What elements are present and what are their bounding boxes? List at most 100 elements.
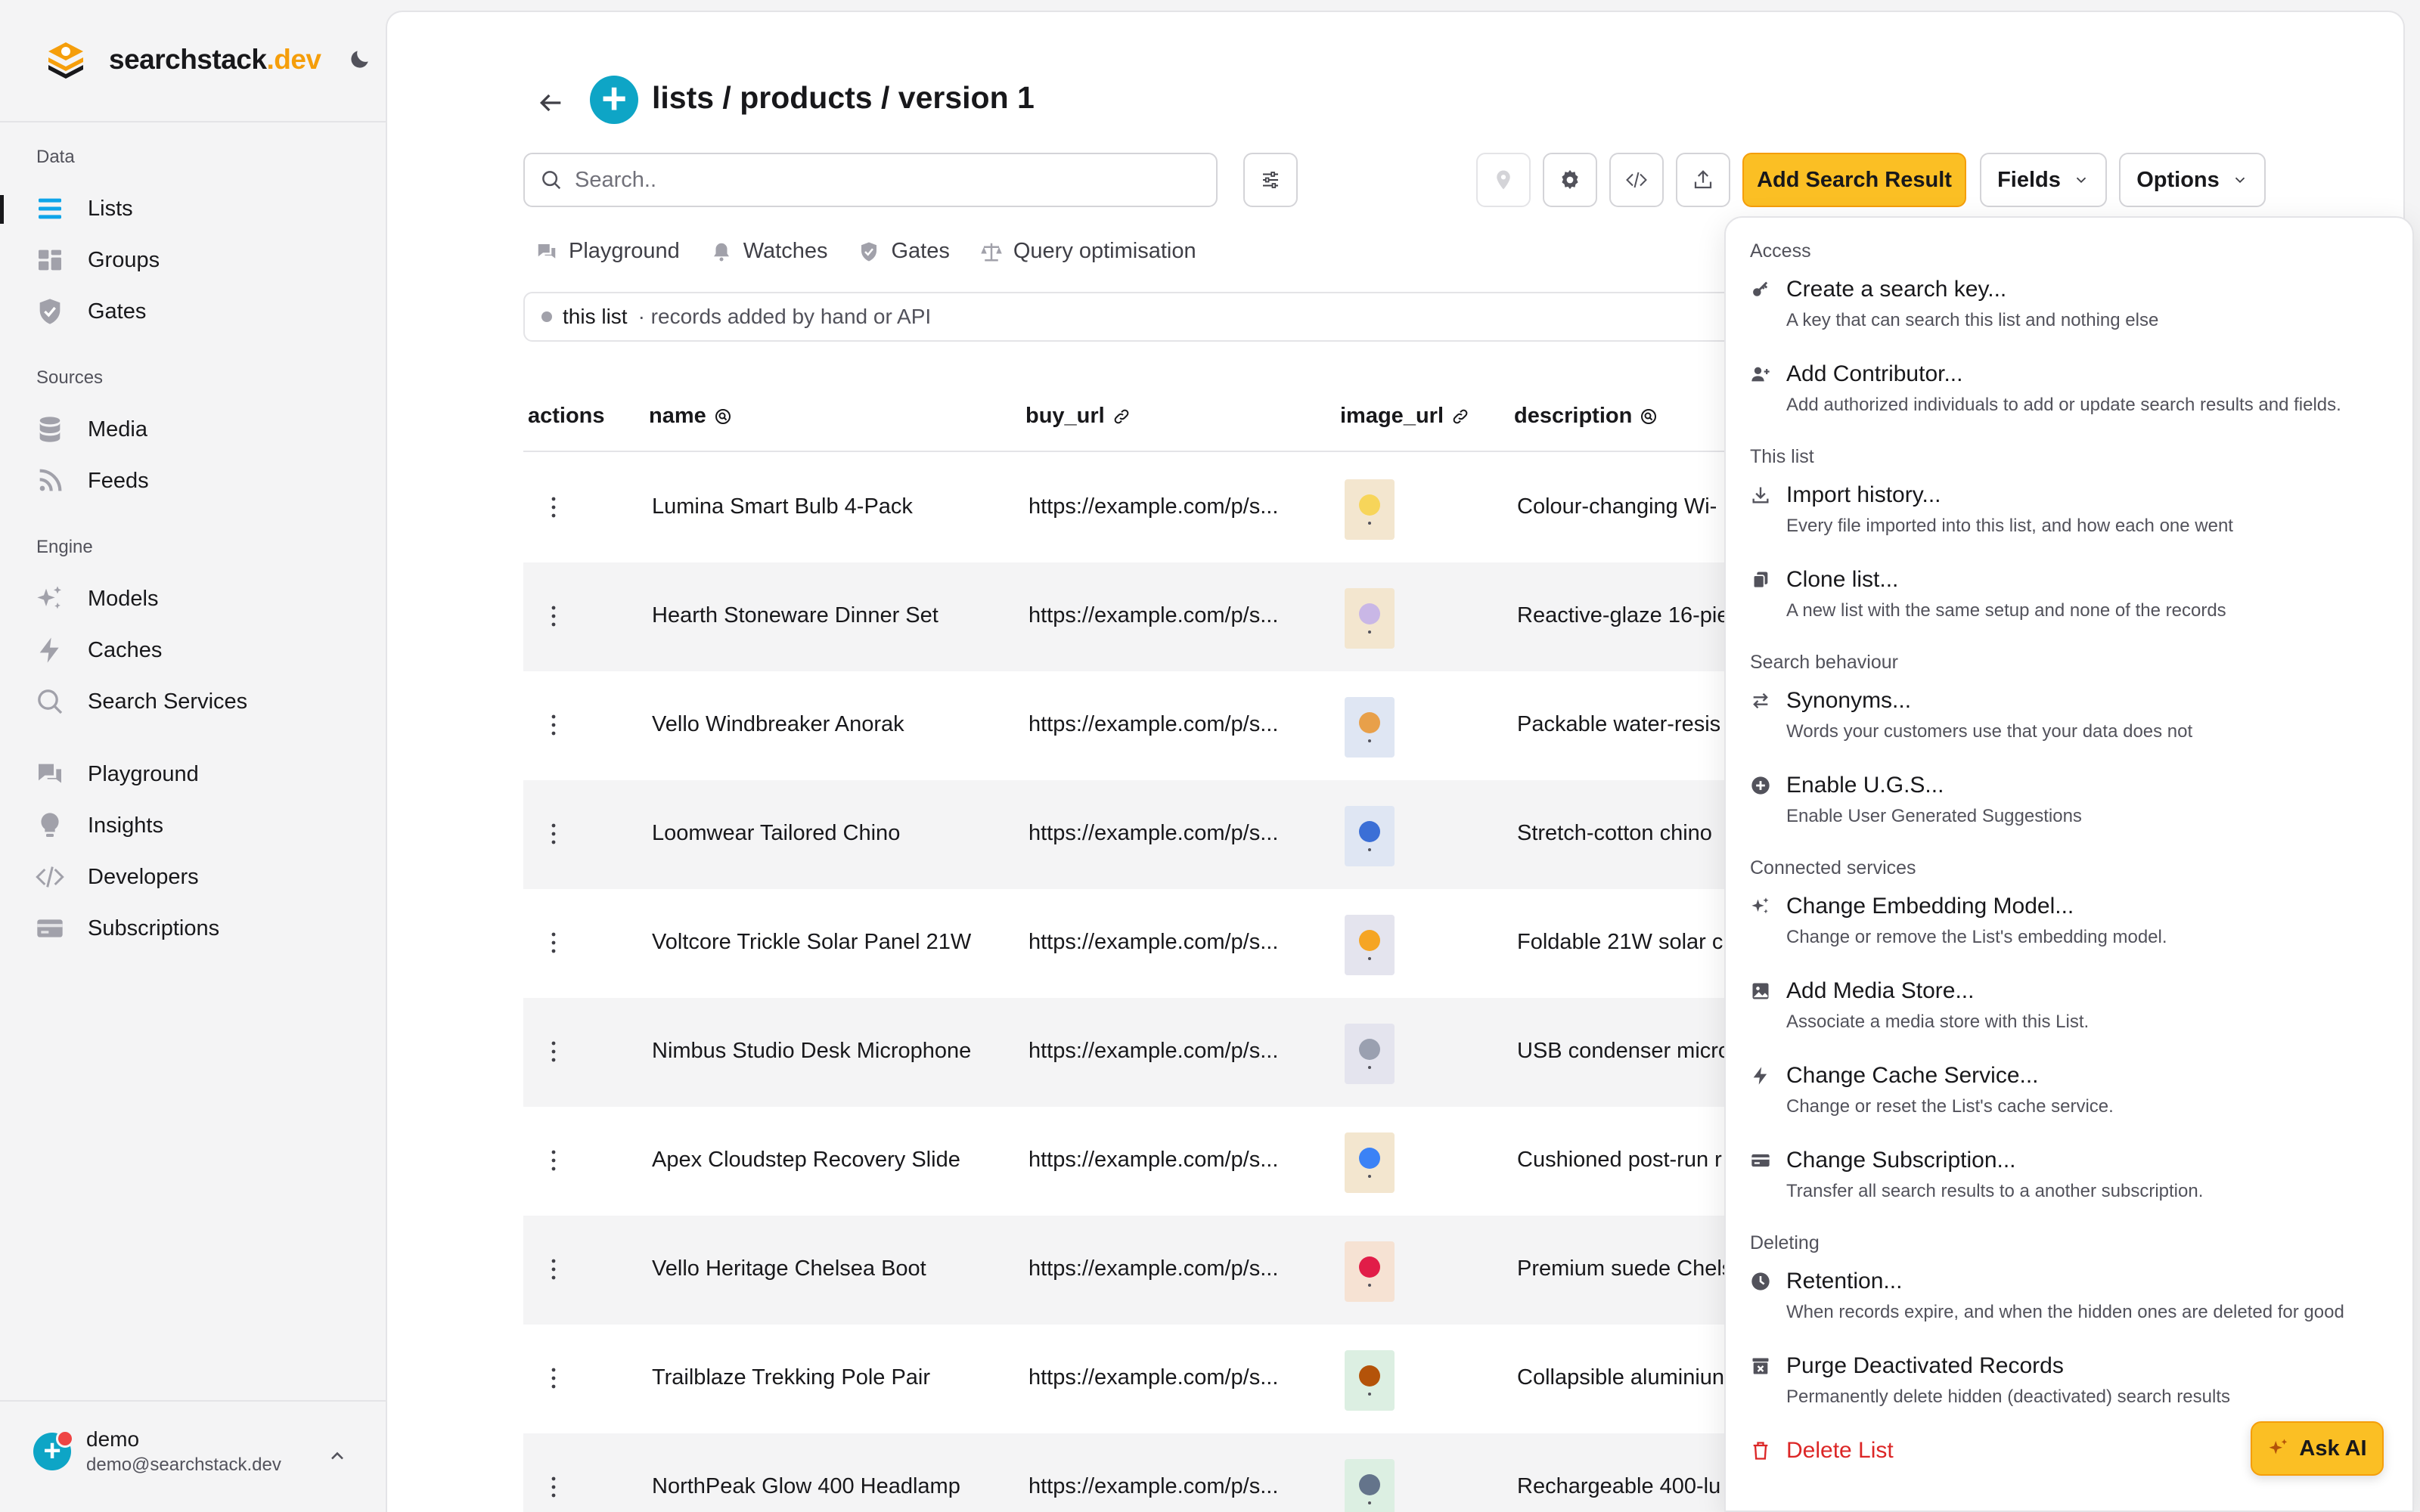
location-button[interactable]: [1476, 153, 1531, 207]
product-thumbnail[interactable]: [1345, 1241, 1395, 1302]
sidebar-item-groups[interactable]: Groups: [35, 239, 160, 281]
settings-button[interactable]: [1543, 153, 1597, 207]
source-filter[interactable]: this list · records added by hand or API: [523, 292, 1809, 342]
sidebar-item-playground[interactable]: Playground: [35, 753, 199, 795]
list-logo: +: [590, 76, 638, 124]
column-header-name[interactable]: name: [649, 404, 732, 429]
table-row[interactable]: Apex Cloudstep Recovery Slide https://exa…: [523, 1107, 1809, 1216]
table-row[interactable]: Hearth Stoneware Dinner Set https://examp…: [523, 562, 1809, 671]
sidebar-item-models[interactable]: Models: [35, 578, 159, 620]
kebab-menu-icon[interactable]: [551, 821, 557, 847]
menu-item-clone-list[interactable]: Clone list... A new list with the same se…: [1750, 567, 2400, 621]
menu-item-description: When records expire, and when the hidden…: [1786, 1302, 2344, 1322]
kebab-menu-icon[interactable]: [551, 1039, 557, 1064]
code-button[interactable]: [1609, 153, 1664, 207]
menu-item-change-embedding-model[interactable]: Change Embedding Model... Change or remov…: [1750, 894, 2400, 948]
sidebar-item-developers[interactable]: Developers: [35, 856, 199, 898]
menu-item-purge-deactivated-records[interactable]: Purge Deactivated Records Permanently del…: [1750, 1353, 2400, 1408]
menu-item-add-media-store[interactable]: Add Media Store... Associate a media stor…: [1750, 978, 2400, 1033]
user-menu[interactable]: + demo demo@searchstack.dev: [33, 1427, 281, 1476]
dark-mode-toggle-icon[interactable]: [348, 47, 372, 71]
sidebar-item-feeds[interactable]: Feeds: [35, 460, 149, 502]
table-row[interactable]: Vello Heritage Chelsea Boot https://examp…: [523, 1216, 1809, 1325]
product-thumbnail[interactable]: [1345, 1459, 1395, 1512]
cell-buy-url[interactable]: https://example.com/p/s...: [1028, 1039, 1278, 1064]
menu-item-label: Add Contributor...: [1786, 361, 1963, 386]
menu-item-add-contributor[interactable]: Add Contributor... Add authorized individ…: [1750, 361, 2400, 416]
fields-button[interactable]: Fields: [1980, 153, 2107, 207]
cell-buy-url[interactable]: https://example.com/p/s...: [1028, 1148, 1278, 1173]
cell-buy-url[interactable]: https://example.com/p/s...: [1028, 1365, 1278, 1390]
menu-item-import-history[interactable]: Import history... Every file imported int…: [1750, 482, 2400, 537]
menu-item-change-cache-service[interactable]: Change Cache Service... Change or reset t…: [1750, 1063, 2400, 1117]
sidebar-item-label: Caches: [88, 637, 163, 662]
tab-watches[interactable]: Watches: [710, 239, 827, 264]
product-thumbnail[interactable]: [1345, 915, 1395, 975]
table-row[interactable]: Lumina Smart Bulb 4-Pack https://example.…: [523, 454, 1809, 562]
product-thumbnail[interactable]: [1345, 697, 1395, 758]
tab-label: Query optimisation: [1013, 239, 1196, 263]
menu-item-synonyms[interactable]: Synonyms... Words your customers use that…: [1750, 688, 2400, 742]
sidebar-item-gates[interactable]: Gates: [35, 290, 146, 333]
product-thumbnail[interactable]: [1345, 1132, 1395, 1193]
brand[interactable]: searchstack.dev: [45, 36, 321, 83]
search-input[interactable]: [575, 167, 1180, 193]
cell-buy-url[interactable]: https://example.com/p/s...: [1028, 494, 1278, 519]
sidebar-item-search-services[interactable]: Search Services: [35, 680, 247, 723]
options-button[interactable]: Options: [2119, 153, 2266, 207]
product-thumbnail[interactable]: [1345, 1350, 1395, 1411]
table-row[interactable]: Loomwear Tailored Chino https://example.c…: [523, 780, 1809, 889]
cell-buy-url[interactable]: https://example.com/p/s...: [1028, 1474, 1278, 1499]
tab-query-optimisation[interactable]: Query optimisation: [980, 239, 1196, 264]
kebab-menu-icon[interactable]: [551, 1148, 557, 1173]
menu-item-retention[interactable]: Retention... When records expire, and whe…: [1750, 1269, 2400, 1323]
table-row[interactable]: Nimbus Studio Desk Microphone https://exa…: [523, 998, 1809, 1107]
table-row[interactable]: Trailblaze Trekking Pole Pair https://exa…: [523, 1325, 1809, 1433]
product-thumbnail[interactable]: [1345, 479, 1395, 540]
kebab-menu-icon[interactable]: [551, 1256, 557, 1282]
product-thumbnail[interactable]: [1345, 806, 1395, 866]
filter-button[interactable]: [1243, 153, 1298, 207]
menu-item-change-subscription[interactable]: Change Subscription... Transfer all searc…: [1750, 1148, 2400, 1202]
table-row[interactable]: NorthPeak Glow 400 Headlamp https://examp…: [523, 1433, 1809, 1512]
kebab-menu-icon[interactable]: [551, 1474, 557, 1500]
cell-buy-url[interactable]: https://example.com/p/s...: [1028, 930, 1278, 955]
upload-button[interactable]: [1676, 153, 1730, 207]
product-thumbnail[interactable]: [1345, 588, 1395, 649]
tab-playground[interactable]: Playground: [535, 239, 680, 264]
cell-name: Voltcore Trickle Solar Panel 21W: [652, 930, 972, 954]
chevron-up-icon[interactable]: [327, 1445, 348, 1467]
sidebar-item-subscriptions[interactable]: Subscriptions: [35, 907, 219, 950]
kebab-menu-icon[interactable]: [551, 1365, 557, 1391]
sidebar-item-caches[interactable]: Caches: [35, 629, 162, 671]
sidebar-item-label: Developers: [88, 864, 199, 889]
chat-icon: [39, 764, 61, 783]
sidebar-item-media[interactable]: Media: [35, 408, 147, 451]
menu-item-enable-u-g-s[interactable]: Enable U.G.S... Enable User Generated Sug…: [1750, 773, 2400, 827]
cell-buy-url[interactable]: https://example.com/p/s...: [1028, 1256, 1278, 1281]
cell-buy-url[interactable]: https://example.com/p/s...: [1028, 821, 1278, 846]
ask-ai-button[interactable]: Ask AI: [2251, 1421, 2384, 1476]
table-row[interactable]: Voltcore Trickle Solar Panel 21W https://…: [523, 889, 1809, 998]
product-thumbnail[interactable]: [1345, 1024, 1395, 1084]
tab-gates[interactable]: Gates: [858, 239, 950, 264]
cell-buy-url[interactable]: https://example.com/p/s...: [1028, 712, 1278, 737]
sidebar-item-insights[interactable]: Insights: [35, 804, 163, 847]
sparkles-icon: [1751, 897, 1769, 914]
sidebar-item-lists[interactable]: Lists: [35, 187, 133, 230]
back-arrow-icon[interactable]: [535, 88, 566, 118]
kebab-menu-icon[interactable]: [551, 494, 557, 520]
column-header-description[interactable]: description: [1514, 404, 1658, 429]
column-header-image-url[interactable]: image_url: [1340, 404, 1469, 429]
thumbnail-dot: [1368, 522, 1371, 525]
kebab-menu-icon[interactable]: [551, 930, 557, 956]
menu-item-create-a-search-key[interactable]: Create a search key... A key that can sea…: [1750, 277, 2400, 331]
groups-icon: [39, 249, 61, 271]
add-search-result-button[interactable]: Add Search Result: [1742, 153, 1966, 207]
kebab-menu-icon[interactable]: [551, 603, 557, 629]
table-row[interactable]: Vello Windbreaker Anorak https://example.…: [523, 671, 1809, 780]
column-header-buy-url[interactable]: buy_url: [1025, 404, 1131, 429]
kebab-menu-icon[interactable]: [551, 712, 557, 738]
search-box[interactable]: [523, 153, 1218, 207]
cell-buy-url[interactable]: https://example.com/p/s...: [1028, 603, 1278, 628]
